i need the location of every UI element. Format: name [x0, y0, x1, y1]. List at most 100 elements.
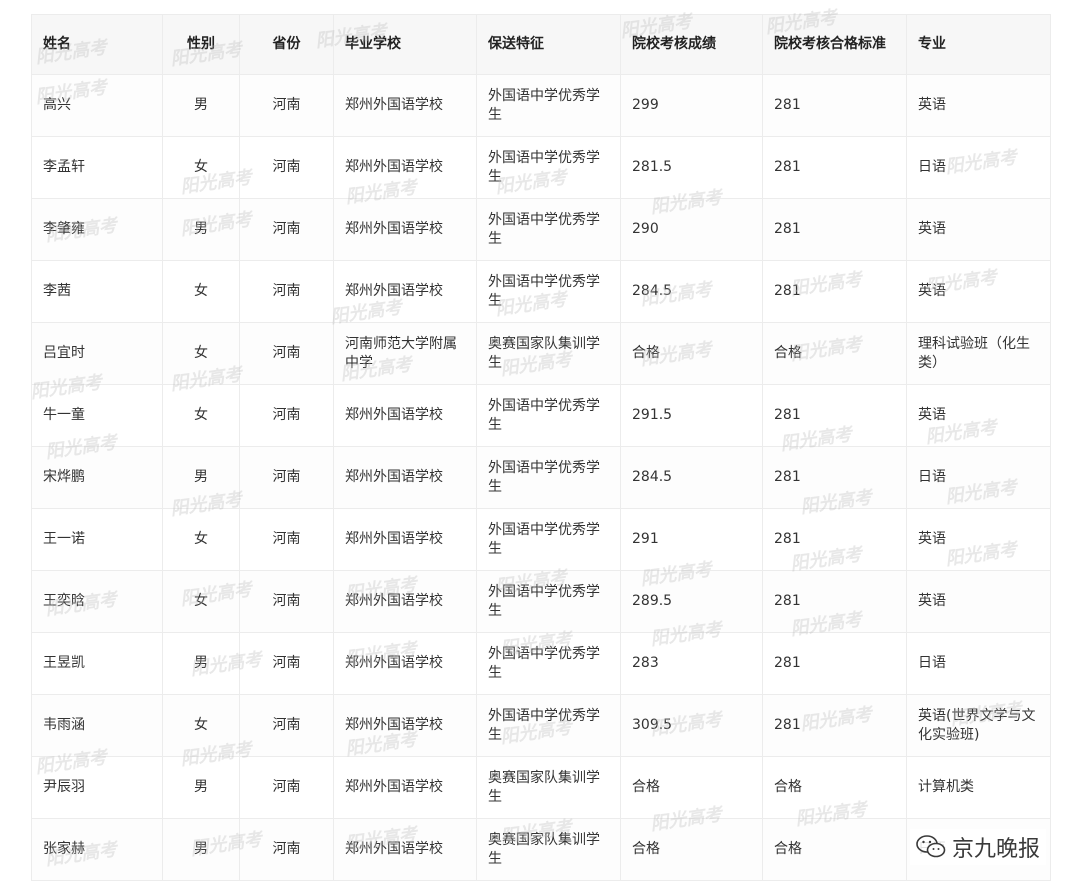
- table-cell: 女: [162, 260, 240, 323]
- table-cell: 合格: [762, 322, 907, 385]
- table-cell: 河南: [239, 570, 334, 633]
- column-header: 保送特征: [476, 14, 621, 75]
- admission-table-container: 姓名 性别 省份 毕业学校 保送特征 院校考核成绩 院校考核合格标准 专业 高兴男河南 郑州外国…: [31, 14, 1051, 881]
- table-cell: 英语: [906, 74, 1051, 137]
- table-row: 李肇雍男河南 郑州外国语学校 外国语中学优秀学生 290 281 英语: [31, 198, 1051, 261]
- table-cell: 281: [762, 136, 907, 199]
- table-cell: 日语: [906, 632, 1051, 695]
- table-cell: 王奕晗: [31, 570, 163, 633]
- table-cell: 河南: [239, 756, 334, 819]
- table-cell: 281.5: [620, 136, 763, 199]
- table-cell: 郑州外国语学校: [333, 818, 477, 881]
- table-cell: 郑州外国语学校: [333, 446, 477, 509]
- column-header: 院校考核合格标准: [762, 14, 907, 75]
- table-cell: 合格: [762, 756, 907, 819]
- table-cell: 281: [762, 570, 907, 633]
- table-cell: 宋烨鹏: [31, 446, 163, 509]
- table-row: 王奕晗女河南 郑州外国语学校 外国语中学优秀学生 289.5 281 英语: [31, 570, 1051, 633]
- admission-table: 姓名 性别 省份 毕业学校 保送特征 院校考核成绩 院校考核合格标准 专业 高兴男河南 郑州外国…: [31, 14, 1051, 881]
- table-cell: 281: [762, 384, 907, 447]
- table-cell: 男: [162, 74, 240, 137]
- table-cell: 281: [762, 198, 907, 261]
- table-cell: 男: [162, 632, 240, 695]
- table-cell: 289.5: [620, 570, 763, 633]
- table-cell: 291: [620, 508, 763, 571]
- table-cell: 韦雨涵: [31, 694, 163, 757]
- table-cell: 郑州外国语学校: [333, 198, 477, 261]
- table-row: 宋烨鹏男河南 郑州外国语学校 外国语中学优秀学生 284.5 281 日语: [31, 446, 1051, 509]
- table-cell: 张家赫: [31, 818, 163, 881]
- table-cell: 284.5: [620, 446, 763, 509]
- table-cell: 河南: [239, 694, 334, 757]
- table-cell: 河南: [239, 136, 334, 199]
- table-row: 李茜女河南 郑州外国语学校 外国语中学优秀学生 284.5 281 英语: [31, 260, 1051, 323]
- table-cell: 理科试验班（化生类）: [906, 322, 1051, 385]
- table-cell: 合格: [762, 818, 907, 881]
- table-cell: 王一诺: [31, 508, 163, 571]
- table-cell: 291.5: [620, 384, 763, 447]
- table-cell: 郑州外国语学校: [333, 570, 477, 633]
- table-cell: 高兴: [31, 74, 163, 137]
- table-cell: 英语: [906, 198, 1051, 261]
- table-cell: 奥赛国家队集训学生: [476, 818, 621, 881]
- table-cell: 王昱凯: [31, 632, 163, 695]
- table-cell: 郑州外国语学校: [333, 632, 477, 695]
- table-cell: 281: [762, 508, 907, 571]
- table-cell: 河南: [239, 198, 334, 261]
- table-cell: 男: [162, 198, 240, 261]
- column-header: 院校考核成绩: [620, 14, 763, 75]
- table-cell: 283: [620, 632, 763, 695]
- table-cell: 日语: [906, 136, 1051, 199]
- table-row: 王一诺女河南 郑州外国语学校 外国语中学优秀学生 291 281 英语: [31, 508, 1051, 571]
- table-cell: 河南师范大学附属中学: [333, 322, 477, 385]
- table-cell: 外国语中学优秀学生: [476, 570, 621, 633]
- table-row: 李孟轩女河南 郑州外国语学校 外国语中学优秀学生 281.5 281 日语: [31, 136, 1051, 199]
- table-cell: 外国语中学优秀学生: [476, 632, 621, 695]
- table-cell: 外国语中学优秀学生: [476, 198, 621, 261]
- column-header: 省份: [239, 14, 334, 75]
- table-cell: 河南: [239, 260, 334, 323]
- table-cell: 河南: [239, 74, 334, 137]
- table-cell: 郑州外国语学校: [333, 384, 477, 447]
- wechat-icon: [916, 834, 946, 860]
- table-cell: 299: [620, 74, 763, 137]
- table-cell: 奥赛国家队集训学生: [476, 756, 621, 819]
- table-cell: 女: [162, 570, 240, 633]
- table-cell: 309.5: [620, 694, 763, 757]
- table-cell: 郑州外国语学校: [333, 756, 477, 819]
- table-cell: 河南: [239, 818, 334, 881]
- table-cell: 男: [162, 446, 240, 509]
- table-cell: 河南: [239, 446, 334, 509]
- table-cell: 281: [762, 446, 907, 509]
- table-cell: 外国语中学优秀学生: [476, 74, 621, 137]
- table-cell: 英语: [906, 508, 1051, 571]
- table-cell: 合格: [620, 322, 763, 385]
- table-cell: 河南: [239, 508, 334, 571]
- table-cell: 281: [762, 260, 907, 323]
- table-cell: 河南: [239, 322, 334, 385]
- table-cell: 奥赛国家队集训学生: [476, 322, 621, 385]
- table-cell: 男: [162, 818, 240, 881]
- table-cell: 281: [762, 74, 907, 137]
- table-row: 高兴男河南 郑州外国语学校 外国语中学优秀学生 299 281 英语: [31, 74, 1051, 137]
- table-body: 高兴男河南 郑州外国语学校 外国语中学优秀学生 299 281 英语 李孟轩女河南 郑州外国语…: [31, 74, 1051, 881]
- table-cell: 女: [162, 508, 240, 571]
- table-cell: 男: [162, 756, 240, 819]
- table-row: 张家赫男河南郑州外国语学校奥赛国家队集训学生合格合格日语: [31, 818, 1051, 881]
- table-row: 王昱凯男河南 郑州外国语学校 外国语中学优秀学生 283 281 日语: [31, 632, 1051, 695]
- table-row: 吕宜时女河南 河南师范大学附属中学 奥赛国家队集训学生 合格 合格 理科试验班（化生类）: [31, 322, 1051, 385]
- table-cell: 外国语中学优秀学生: [476, 384, 621, 447]
- table-cell: 尹辰羽: [31, 756, 163, 819]
- logo-text: 京九晚报: [951, 837, 1040, 862]
- table-cell: 日语: [906, 446, 1051, 509]
- table-cell: 吕宜时: [31, 322, 163, 385]
- table-cell: 外国语中学优秀学生: [476, 694, 621, 757]
- table-cell: 郑州外国语学校: [333, 508, 477, 571]
- table-cell: 李肇雍: [31, 198, 163, 261]
- table-cell: 河南: [239, 384, 334, 447]
- table-cell: 河南: [239, 632, 334, 695]
- table-cell: 郑州外国语学校: [333, 136, 477, 199]
- table-cell: 女: [162, 322, 240, 385]
- table-cell: 英语(世界文学与文化实验班): [906, 694, 1051, 757]
- table-cell: 281: [762, 632, 907, 695]
